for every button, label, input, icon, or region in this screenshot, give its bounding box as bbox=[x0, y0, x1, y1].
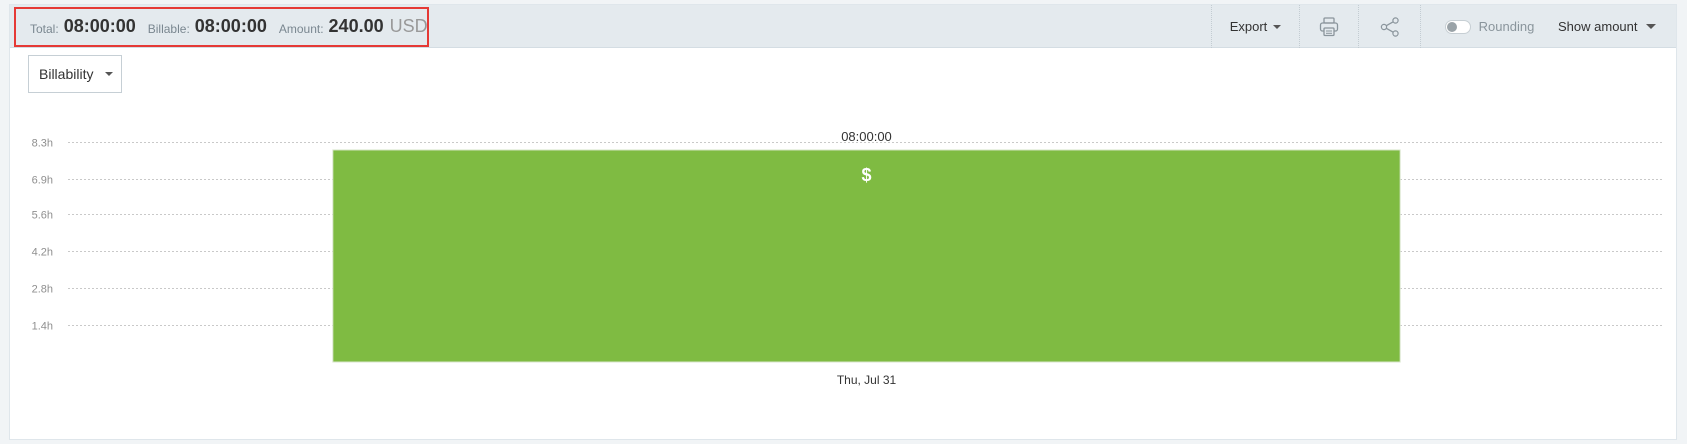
y-tick-label: 5.6h bbox=[32, 210, 53, 222]
y-tick-label: 6.9h bbox=[32, 175, 53, 187]
y-tick-label: 4.2h bbox=[32, 247, 53, 259]
y-tick-label: 2.8h bbox=[32, 284, 53, 296]
bar-data-label: 08:00:00 bbox=[841, 129, 892, 144]
dollar-icon: $ bbox=[861, 165, 871, 185]
x-category-label: Thu, Jul 31 bbox=[837, 373, 897, 387]
y-tick-label: 1.4h bbox=[32, 321, 53, 333]
report-panel: Total: 08:00:00 Billable: 08:00:00 Amoun… bbox=[9, 4, 1677, 440]
bar-chart: 1.4h 2.8h 4.2h 5.6h 6.9h 8.3h 08:00:00 $ Thu, Ju… bbox=[32, 129, 1663, 387]
y-tick-label: 8.3h bbox=[32, 138, 53, 150]
